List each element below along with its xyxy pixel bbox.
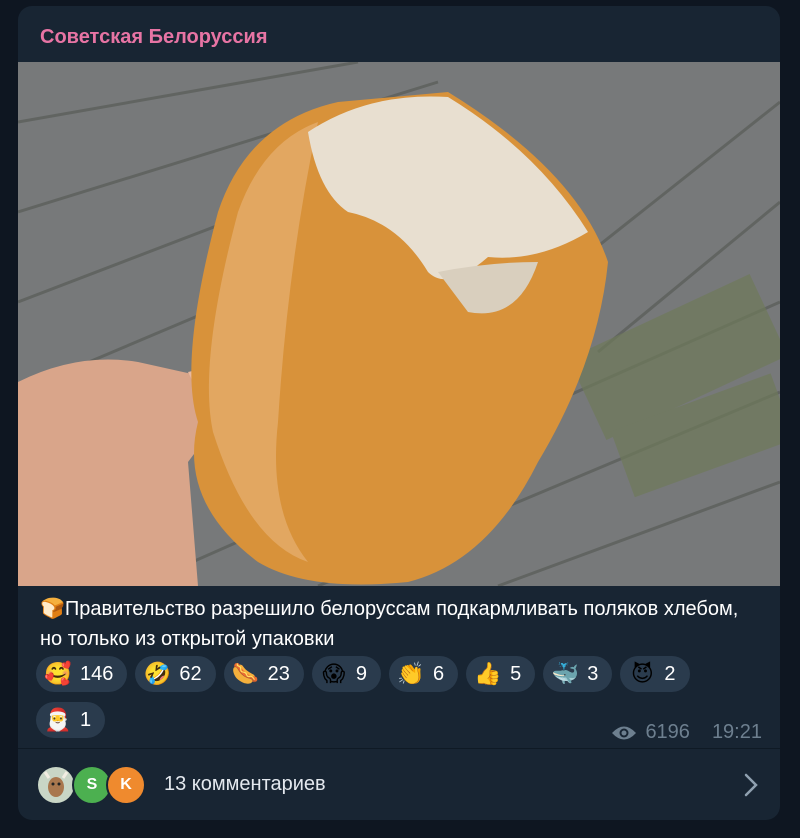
avatar: K [106,764,146,805]
views-count: 6196 [645,721,690,743]
reaction-smiling-hearts[interactable]: 🥰 146 [36,656,128,692]
whale-emoji-icon: 🐳 [551,661,579,686]
reaction-scream[interactable]: 😱 9 [311,656,381,692]
chevron-right-icon[interactable] [744,773,758,797]
thumbs-up-emoji-icon: 👍 [474,661,502,686]
reaction-count: 5 [510,662,522,685]
reaction-hotdog[interactable]: 🌭 23 [223,656,304,692]
santa-emoji-icon: 🎅 [44,707,72,732]
reaction-clap[interactable]: 👏 6 [389,656,459,692]
reaction-count: 3 [587,662,599,685]
channel-post: Советская Белоруссия 🍞Правительство разр… [18,6,780,820]
hotdog-emoji-icon: 🌭 [231,661,260,686]
bread-photo-illustration [18,62,780,586]
caption-text: Правительство разрешило белоруссам подка… [40,598,739,650]
reaction-whale[interactable]: 🐳 3 [543,656,613,692]
eye-icon [612,726,637,739]
post-photo[interactable] [18,62,780,586]
post-time: 19:21 [711,721,762,743]
comments-label: 13 комментариев [164,773,326,795]
smiling-hearts-emoji-icon: 🥰 [44,661,72,686]
reaction-santa[interactable]: 🎅 1 [36,702,106,738]
reaction-rofl[interactable]: 🤣 62 [135,656,216,692]
scream-emoji-icon: 😱 [322,661,346,686]
comments-button[interactable]: S K 13 комментариев [18,749,780,820]
goat-avatar-icon [43,770,69,797]
reaction-count: 6 [433,662,445,685]
clap-emoji-icon: 👏 [397,661,425,686]
commenter-avatars: S K [36,763,156,807]
avatar [36,764,76,805]
reaction-count: 146 [80,662,114,685]
smiling-imp-emoji-icon: 😈 [630,661,654,686]
reaction-thumbs-up[interactable]: 👍 5 [466,656,536,692]
reaction-smiling-imp[interactable]: 😈 2 [620,656,690,692]
channel-name[interactable]: Советская Белоруссия [40,26,268,49]
post-meta: 6196 19:21 [611,721,762,744]
reaction-count: 1 [80,708,92,731]
reaction-count: 23 [267,662,290,685]
rofl-emoji-icon: 🤣 [143,661,172,686]
reaction-count: 2 [664,662,676,685]
post-caption: 🍞Правительство разрешило белоруссам подк… [40,594,760,654]
reaction-count: 62 [179,662,202,685]
reaction-count: 9 [355,662,367,685]
bread-emoji-icon: 🍞 [40,598,65,620]
